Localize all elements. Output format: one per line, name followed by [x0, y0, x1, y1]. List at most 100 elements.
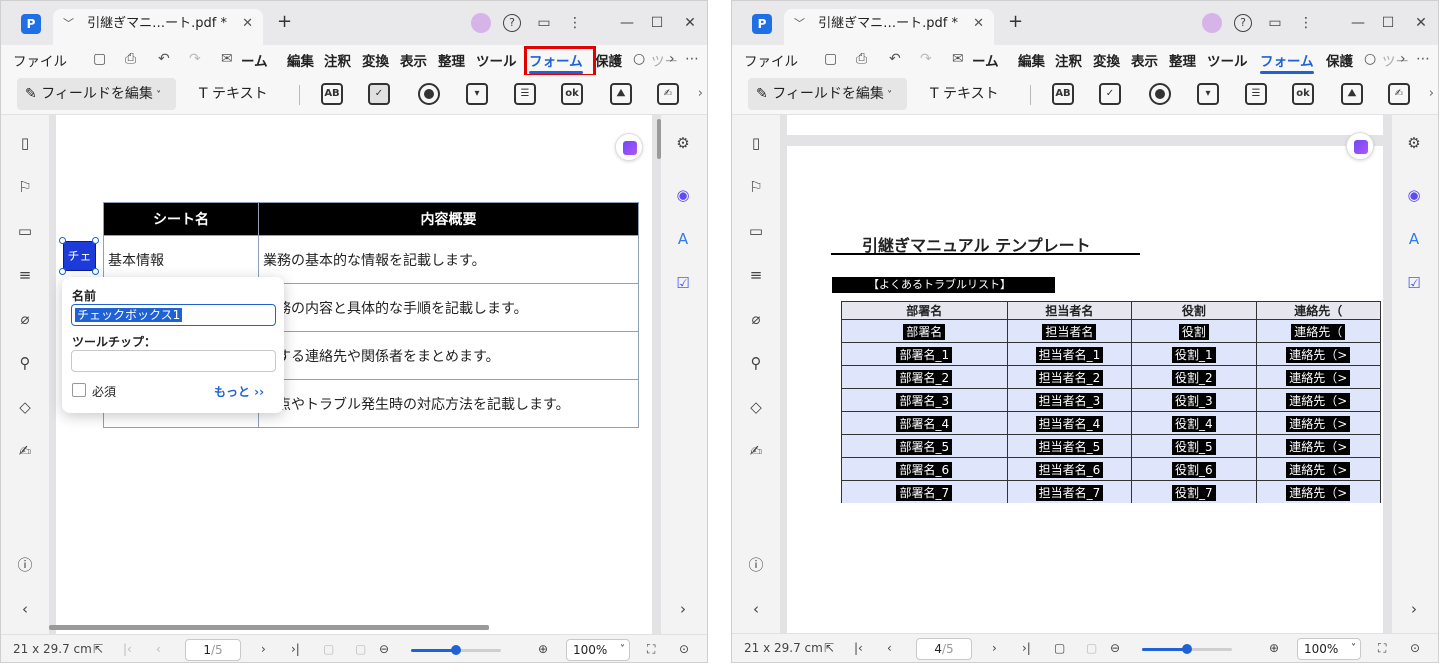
form-field[interactable]: 部署名_4 — [841, 411, 1008, 435]
help-circle-icon[interactable]: ⓘ — [15, 555, 35, 575]
form-field[interactable]: 連絡先（> — [1255, 480, 1381, 503]
last-page-icon[interactable]: ›| — [291, 642, 300, 656]
form-field[interactable]: 役割_2 — [1131, 365, 1257, 389]
text-field-button[interactable]: T テキスト — [199, 78, 268, 110]
layer-icon[interactable]: ◇ — [746, 397, 766, 417]
menu-convert[interactable]: 変換 — [1093, 50, 1120, 70]
chevron-right-icon[interactable]: › — [669, 51, 675, 67]
form-field[interactable]: 役割_7 — [1131, 480, 1257, 503]
translate-icon[interactable]: A — [1404, 229, 1424, 249]
menu-organize[interactable]: 整理 — [438, 50, 465, 70]
form-field[interactable]: 部署名_6 — [841, 457, 1008, 481]
page-number-input[interactable]: 1/5 — [185, 639, 241, 661]
task-check-icon[interactable]: ☑ — [673, 273, 693, 293]
redo-icon[interactable]: ↷ — [920, 51, 932, 67]
menu-comment[interactable]: 注釈 — [1055, 50, 1082, 70]
menu-home[interactable]: ーム — [241, 50, 268, 70]
zoom-slider-knob[interactable] — [1182, 644, 1192, 654]
required-checkbox[interactable] — [72, 383, 86, 397]
properties-icon[interactable]: ⚙ — [1404, 133, 1424, 153]
form-field[interactable]: 部署名 — [841, 319, 1008, 343]
bookmark-icon[interactable]: ⚐ — [746, 177, 766, 197]
rotate-icon[interactable]: ▢ — [1054, 641, 1065, 655]
floating-ai-button[interactable] — [615, 133, 643, 161]
resize-handle[interactable] — [92, 268, 99, 275]
first-page-icon[interactable]: |‹ — [123, 642, 132, 656]
text-box-field-icon[interactable]: AB — [1052, 83, 1074, 105]
list-box-field-icon[interactable]: ☰ — [514, 83, 536, 105]
minimize-button[interactable]: — — [617, 13, 637, 33]
menu-file[interactable]: ファイル — [744, 50, 798, 70]
form-field[interactable]: 役割_4 — [1131, 411, 1257, 435]
resize-handle[interactable] — [59, 237, 66, 244]
zoom-select[interactable]: 100% ˅ — [1297, 638, 1361, 660]
more-link[interactable]: もっと ›› — [214, 383, 264, 400]
new-tab-button[interactable]: + — [1008, 11, 1023, 32]
task-check-icon[interactable]: ☑ — [1404, 273, 1424, 293]
form-field[interactable]: 部署名_1 — [841, 342, 1008, 366]
form-field[interactable]: 部署名_2 — [841, 365, 1008, 389]
ai-assistant-icon[interactable]: ◉ — [1404, 185, 1424, 205]
document-tab[interactable]: ﹀ 引継ぎマニ…ート.pdf * ✕ — [53, 9, 263, 45]
form-field[interactable]: 部署名_5 — [841, 434, 1008, 458]
collapse-right-icon[interactable]: › — [1404, 599, 1424, 619]
user-avatar[interactable] — [471, 13, 491, 33]
user-avatar[interactable] — [1202, 13, 1222, 33]
more-horizontal-icon[interactable]: ⋯ — [685, 51, 699, 67]
more-vertical-icon[interactable]: ⋮ — [565, 13, 585, 33]
pages-icon[interactable]: ▯ — [746, 133, 766, 153]
zoom-slider[interactable] — [1142, 644, 1232, 654]
radio-button-field-icon[interactable] — [418, 83, 440, 105]
new-tab-button[interactable]: + — [277, 11, 292, 32]
menu-view[interactable]: 表示 — [1131, 50, 1158, 70]
menu-form[interactable]: フォーム — [1260, 50, 1314, 74]
crop-icon[interactable]: ▢ — [1086, 641, 1097, 655]
page-number-input[interactable]: 4/5 — [916, 638, 972, 660]
form-field[interactable]: 担当者名_5 — [1006, 434, 1133, 458]
more-horizontal-icon[interactable]: ⋯ — [1416, 51, 1430, 67]
more-vertical-icon[interactable]: ⋮ — [1296, 13, 1316, 33]
first-page-icon[interactable]: |‹ — [854, 641, 863, 655]
mail-icon[interactable]: ✉ — [952, 51, 964, 67]
search-panel-icon[interactable]: ⚲ — [15, 353, 35, 373]
form-field[interactable]: 連絡先（> — [1255, 457, 1381, 481]
form-field[interactable]: 役割_1 — [1131, 342, 1257, 366]
minimize-button[interactable]: — — [1348, 13, 1368, 33]
zoom-select[interactable]: 100% ˅ — [566, 639, 630, 661]
form-field[interactable]: 担当者名_3 — [1006, 388, 1133, 412]
menu-file[interactable]: ファイル — [13, 50, 67, 70]
image-field-icon[interactable]: ⛰ — [1341, 83, 1363, 105]
print-icon[interactable]: ⎙ — [125, 51, 136, 67]
redo-icon[interactable]: ↷ — [189, 51, 201, 67]
zoom-in-icon[interactable]: ⊕ — [1269, 641, 1279, 655]
search-icon[interactable]: ○ — [1364, 51, 1376, 67]
list-box-field-icon[interactable]: ☰ — [1245, 83, 1267, 105]
radio-button-field-icon[interactable] — [1149, 83, 1171, 105]
comment-icon[interactable]: ▭ — [15, 221, 35, 241]
form-field[interactable]: 役割_5 — [1131, 434, 1257, 458]
comment-icon[interactable]: ▭ — [746, 221, 766, 241]
view-options-icon[interactable]: ⊙ — [1410, 641, 1420, 655]
signature-panel-icon[interactable]: ✍ — [746, 441, 766, 461]
form-field[interactable]: 部署名_3 — [841, 388, 1008, 412]
menu-edit[interactable]: 編集 — [287, 50, 314, 70]
text-box-field-icon[interactable]: AB — [321, 83, 343, 105]
form-field[interactable]: 担当者名_2 — [1006, 365, 1133, 389]
properties-icon[interactable]: ⚙ — [673, 133, 693, 153]
attachment-icon[interactable]: ⌀ — [15, 309, 35, 329]
layers-list-icon[interactable]: ≡ — [15, 265, 35, 285]
close-window-button[interactable]: ✕ — [1411, 13, 1431, 33]
menu-convert[interactable]: 変換 — [362, 50, 389, 70]
prev-page-icon[interactable]: ‹ — [887, 641, 892, 655]
dropdown-field-icon[interactable]: ▾ — [466, 83, 488, 105]
image-field-icon[interactable]: ⛰ — [610, 83, 632, 105]
form-field[interactable]: 連絡先（> — [1255, 365, 1381, 389]
vertical-scrollbar[interactable] — [657, 119, 661, 159]
close-window-button[interactable]: ✕ — [680, 13, 700, 33]
close-tab-icon[interactable]: ✕ — [973, 9, 984, 39]
mail-icon[interactable]: ✉ — [221, 51, 233, 67]
button-field-icon[interactable]: ok — [1292, 83, 1314, 105]
attachment-icon[interactable]: ⌀ — [746, 309, 766, 329]
menu-home[interactable]: ーム — [972, 50, 999, 70]
view-options-icon[interactable]: ⊙ — [679, 642, 689, 656]
